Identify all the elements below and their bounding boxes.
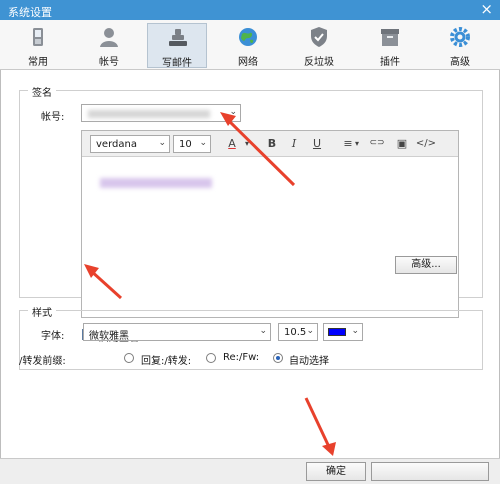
annotation-arrow xyxy=(84,264,123,300)
annotation-overlay xyxy=(84,112,336,456)
annotation-arrow xyxy=(220,112,296,187)
annotation-arrow xyxy=(304,397,336,456)
